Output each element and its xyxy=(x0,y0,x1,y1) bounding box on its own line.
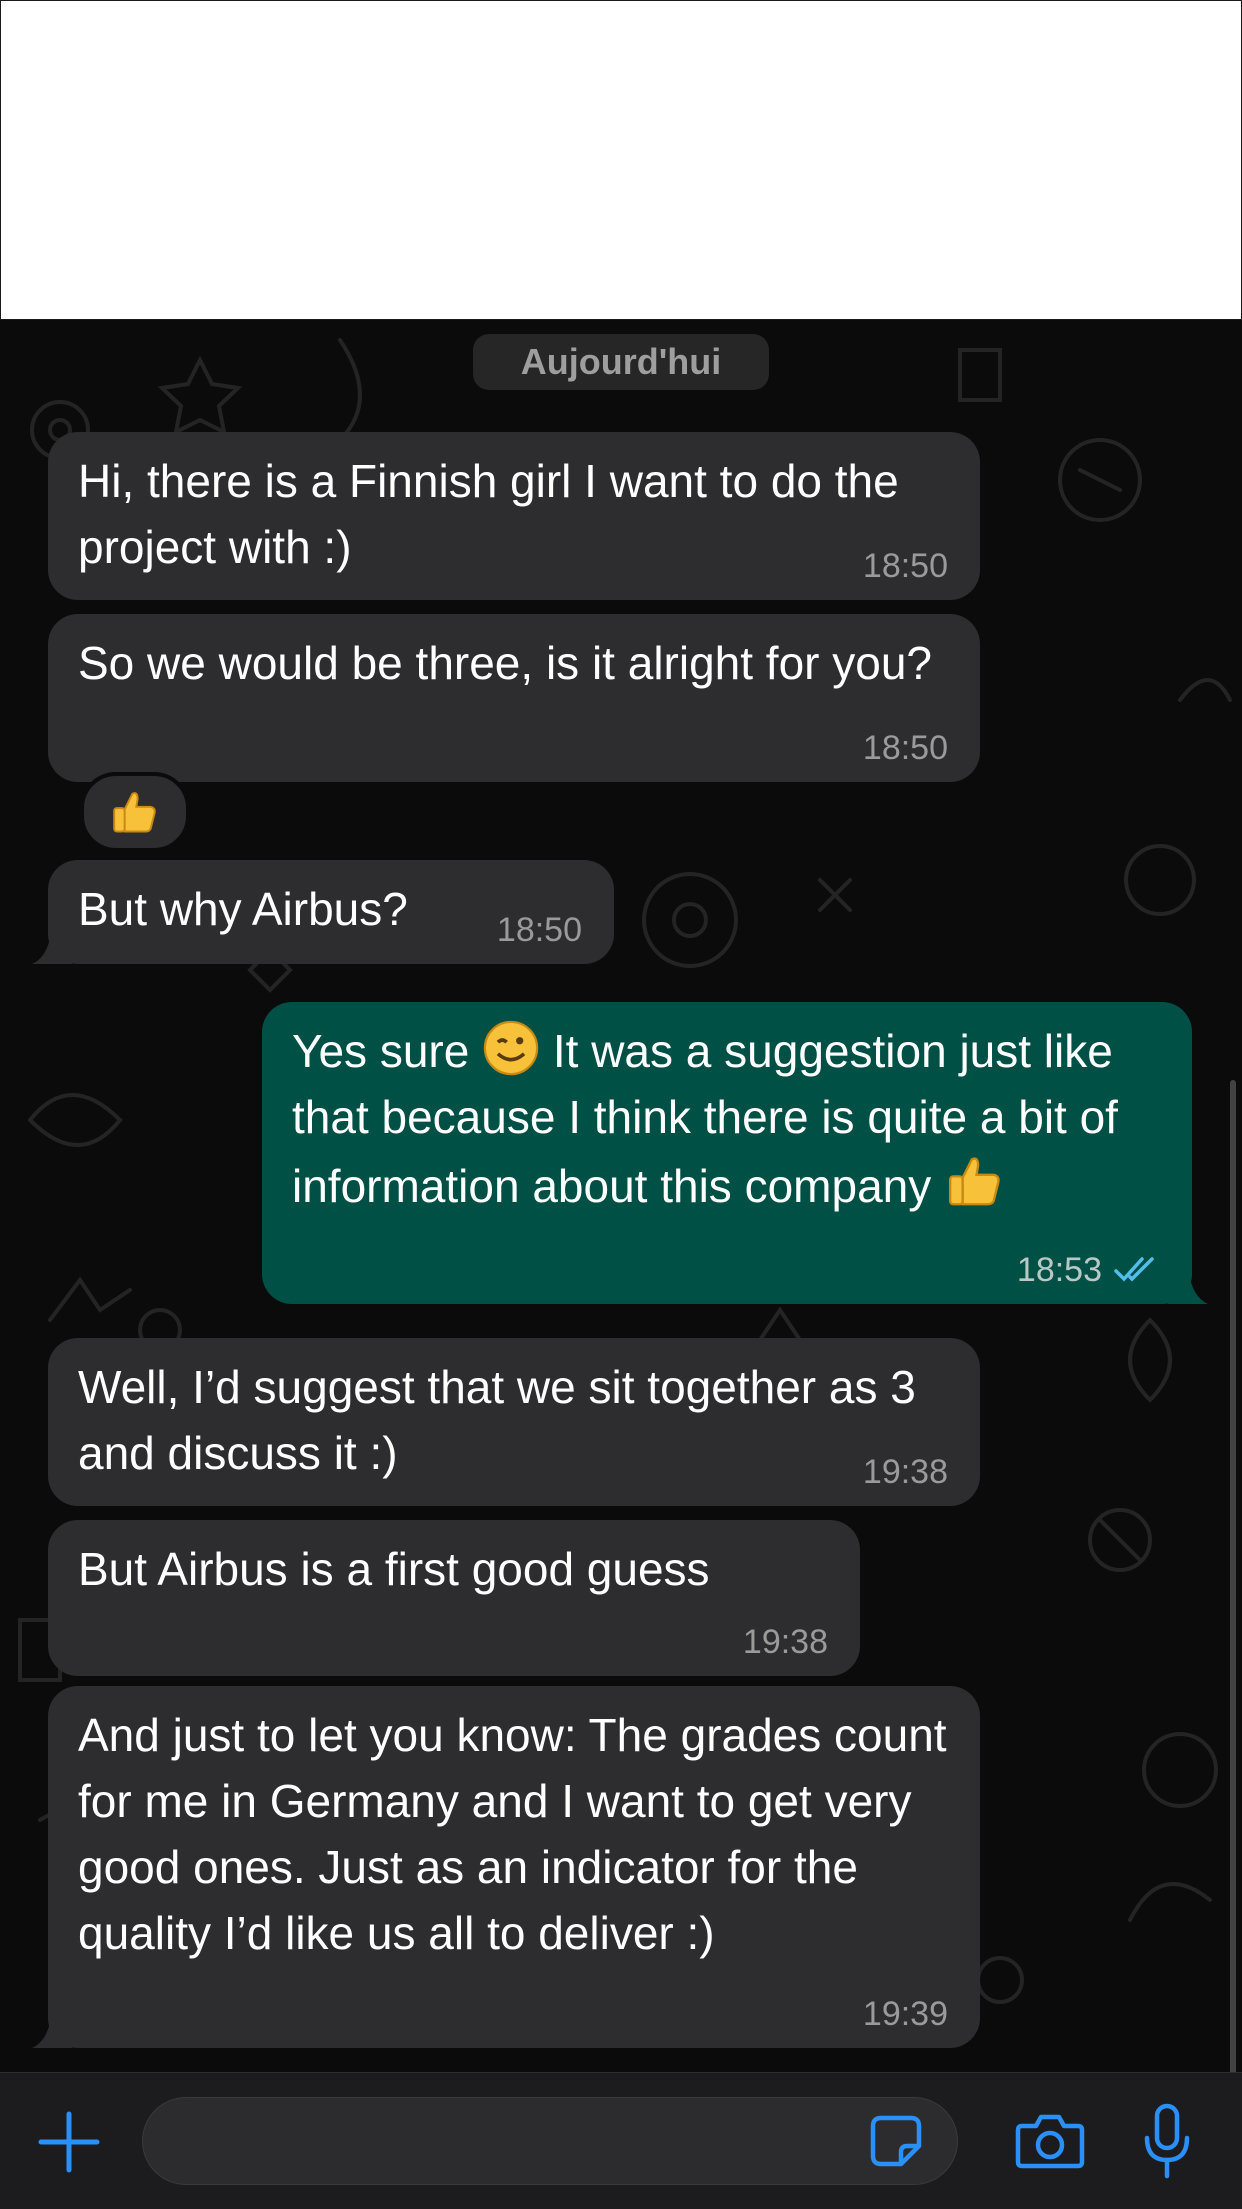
date-separator: Aujourd'hui xyxy=(473,334,769,390)
bubble-tail xyxy=(32,2008,72,2048)
winking-face-icon xyxy=(483,1020,539,1076)
top-bar-blank xyxy=(0,0,1242,320)
thumbs-up-icon xyxy=(113,792,156,833)
message-text: So we would be three, is it alright for … xyxy=(78,637,933,689)
bubble-tail xyxy=(32,924,72,964)
sticker-button[interactable] xyxy=(864,2109,928,2173)
message-time: 19:39 xyxy=(862,1995,948,2033)
message-input[interactable] xyxy=(142,2097,958,2185)
incoming-message[interactable]: So we would be three, is it alright for … xyxy=(48,614,980,782)
message-text: Yes sure It was a suggestion just like t… xyxy=(292,1018,1162,1219)
camera-icon xyxy=(1015,2114,1085,2169)
incoming-message[interactable]: Hi, there is a Finnish girl I want to do… xyxy=(48,432,980,600)
incoming-message[interactable]: Well, I’d suggest that we sit together a… xyxy=(48,1338,980,1506)
message-text: Hi, there is a Finnish girl I want to do… xyxy=(78,455,899,573)
message-time: 18:50 xyxy=(496,911,582,949)
incoming-message[interactable]: But why Airbus? 18:50 xyxy=(32,860,614,964)
camera-button[interactable] xyxy=(1010,2103,1090,2179)
bubble-tail xyxy=(1168,1264,1208,1304)
plus-icon xyxy=(38,2111,100,2173)
microphone-icon xyxy=(1144,2103,1190,2179)
outgoing-message[interactable]: Yes sure It was a suggestion just like t… xyxy=(262,1002,1208,1304)
message-text: Well, I’d suggest that we sit together a… xyxy=(78,1361,916,1479)
sticker-icon xyxy=(870,2115,922,2167)
thumbs-up-icon xyxy=(949,1157,1000,1206)
message-time: 18:50 xyxy=(862,729,948,767)
message-text: And just to let you know: The grades cou… xyxy=(78,1709,947,1959)
message-time: 19:38 xyxy=(862,1453,948,1491)
thumbs-up-reaction[interactable] xyxy=(80,772,190,852)
message-time: 18:53 xyxy=(1016,1251,1102,1289)
message-time: 19:38 xyxy=(742,1623,828,1661)
incoming-message[interactable]: And just to let you know: The grades cou… xyxy=(32,1686,980,2048)
chat-area[interactable]: Aujourd'hui Hi, there is a Finnish girl … xyxy=(0,320,1242,2072)
voice-message-button[interactable] xyxy=(1132,2101,1202,2183)
incoming-message[interactable]: But Airbus is a first good guess 19:38 xyxy=(48,1520,860,1676)
message-time: 18:50 xyxy=(862,547,948,585)
double-check-read-icon xyxy=(1114,1257,1154,1282)
attach-button[interactable] xyxy=(34,2107,104,2177)
message-meta: 18:53 xyxy=(1017,1250,1160,1290)
composer-bar xyxy=(0,2072,1242,2209)
scrollbar[interactable] xyxy=(1230,1080,1236,2072)
message-text: But Airbus is a first good guess xyxy=(78,1543,710,1595)
